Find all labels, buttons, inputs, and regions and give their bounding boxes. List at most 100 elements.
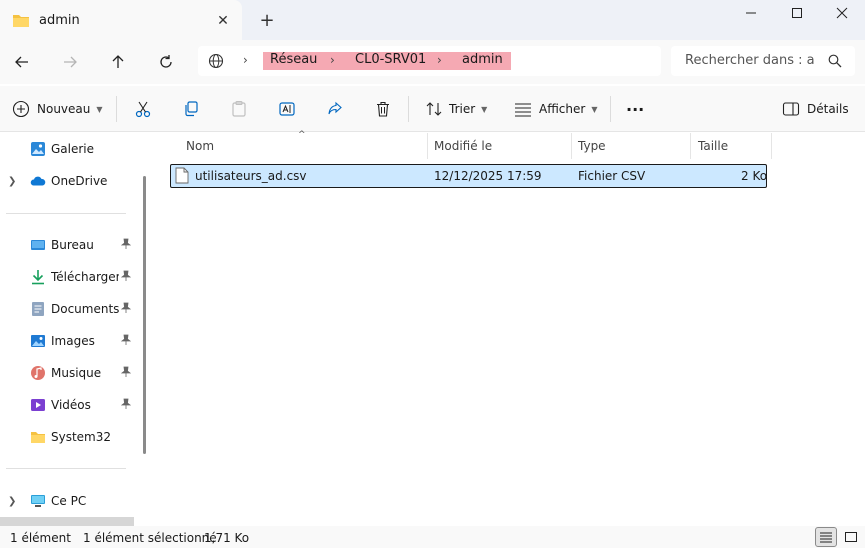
folder-icon: [12, 13, 30, 31]
onedrive-icon: [30, 173, 46, 189]
pin-icon[interactable]: [120, 302, 132, 317]
tab-admin[interactable]: admin ✕: [0, 0, 242, 40]
minimize-icon: [746, 12, 756, 14]
sidebar-item-onedrive[interactable]: ❯ OneDrive: [0, 168, 140, 194]
status-bar: 1 élément 1 élément sélectionné 1,71 Ko: [0, 526, 865, 548]
delete-button[interactable]: [372, 98, 394, 120]
details-pane-button[interactable]: Détails: [782, 98, 849, 120]
selection-count: 1 élément sélectionné: [83, 531, 217, 545]
pin-icon[interactable]: [120, 334, 132, 349]
breadcrumb-separator[interactable]: ›: [330, 53, 335, 67]
sort-button[interactable]: Trier ▼: [426, 98, 487, 120]
search-placeholder: Rechercher dans : ac: [685, 53, 815, 68]
breadcrumb-separator[interactable]: ›: [437, 53, 442, 67]
sort-icon: [426, 102, 442, 116]
back-button[interactable]: [10, 50, 34, 74]
sidebar-item-documents[interactable]: Documents: [0, 296, 140, 322]
details-view-button[interactable]: [815, 527, 837, 547]
column-divider[interactable]: [771, 133, 772, 159]
breadcrumb-reseau[interactable]: Réseau: [270, 52, 317, 67]
breadcrumb-separator[interactable]: ›: [243, 53, 248, 67]
refresh-button[interactable]: [154, 50, 178, 74]
sidebar-item-label: Bureau: [51, 238, 94, 252]
paste-icon: [232, 100, 246, 117]
column-header-size[interactable]: Taille: [698, 133, 728, 159]
column-header-modified[interactable]: Modifié le: [434, 133, 492, 159]
sidebar-item-videos[interactable]: Vidéos: [0, 392, 140, 418]
column-divider[interactable]: [427, 133, 428, 159]
copy-button[interactable]: [180, 98, 202, 120]
sidebar-item-label: OneDrive: [51, 174, 108, 188]
breadcrumb-admin[interactable]: admin: [462, 52, 503, 67]
command-bar: Nouveau ▼ Trier ▼ Afficher ▼ ··· Détails: [0, 86, 865, 132]
up-button[interactable]: [106, 50, 130, 74]
file-size: 2 Ko: [741, 169, 768, 183]
more-options-button[interactable]: ···: [626, 98, 644, 120]
paste-button[interactable]: [228, 98, 250, 120]
share-button[interactable]: [324, 98, 346, 120]
divider: [6, 468, 126, 469]
column-divider[interactable]: [571, 133, 572, 159]
file-list: ^ Nom Modifié le Type Taille utilisateur…: [152, 130, 865, 526]
column-divider[interactable]: [690, 133, 691, 159]
rename-icon: [279, 102, 295, 116]
sort-ascending-icon: ^: [298, 130, 306, 140]
sidebar-item-downloads[interactable]: Téléchargements: [0, 264, 140, 290]
trash-icon: [377, 101, 389, 117]
arrow-up-icon: [112, 55, 124, 68]
title-bar: admin ✕ +: [0, 0, 865, 40]
breadcrumb-server[interactable]: CL0-SRV01: [355, 52, 426, 67]
item-count: 1 élément: [10, 531, 71, 545]
pin-icon[interactable]: [120, 398, 132, 413]
sidebar-item-system32[interactable]: System32: [0, 424, 140, 450]
sidebar-scrollbar[interactable]: [143, 176, 146, 454]
new-tab-button[interactable]: +: [258, 11, 276, 31]
chevron-down-icon: ▼: [481, 104, 488, 114]
forward-button[interactable]: [58, 50, 82, 74]
music-icon: [30, 365, 46, 381]
close-window-button[interactable]: [819, 0, 865, 26]
file-modified: 12/12/2025 17:59: [434, 169, 542, 183]
sort-label: Trier: [449, 102, 476, 116]
selection-size: 1,71 Ko: [204, 531, 250, 545]
cut-button[interactable]: [132, 98, 154, 120]
videos-icon: [30, 397, 46, 413]
column-header-type[interactable]: Type: [578, 133, 606, 159]
sidebar-horizontal-scrollbar[interactable]: [0, 517, 134, 526]
more-icon: ···: [626, 99, 645, 119]
address-bar[interactable]: › Réseau › CL0-SRV01 › admin: [198, 46, 661, 76]
sidebar-item-label: Images: [51, 334, 95, 348]
sidebar-item-label: Musique: [51, 366, 102, 380]
pin-icon[interactable]: [120, 270, 132, 285]
view-button[interactable]: Afficher ▼: [514, 98, 598, 120]
sidebar-item-gallery[interactable]: Galerie: [0, 136, 140, 162]
pin-icon[interactable]: [120, 366, 132, 381]
sidebar-item-desktop[interactable]: Bureau: [0, 232, 140, 258]
sidebar-item-this-pc[interactable]: ❯ Ce PC: [0, 488, 140, 514]
tab-close-button[interactable]: ✕: [214, 12, 232, 30]
sidebar-item-label: Vidéos: [51, 398, 91, 412]
chevron-right-icon[interactable]: ❯: [8, 176, 16, 187]
sidebar-item-label: Galerie: [51, 142, 95, 156]
pin-icon[interactable]: [120, 238, 132, 253]
tiles-view-button[interactable]: [840, 527, 862, 547]
column-header-name[interactable]: Nom: [186, 133, 214, 159]
divider: [6, 213, 126, 214]
close-icon: [836, 7, 848, 19]
maximize-button[interactable]: [774, 0, 820, 26]
rename-button[interactable]: [276, 98, 298, 120]
sidebar-item-images[interactable]: Images: [0, 328, 140, 354]
new-button[interactable]: Nouveau ▼: [12, 98, 103, 120]
table-row[interactable]: utilisateurs_ad.csv 12/12/2025 17:59 Fic…: [170, 164, 767, 188]
view-label: Afficher: [539, 102, 586, 116]
arrow-right-icon: [64, 56, 77, 68]
navigation-pane: Galerie ❯ OneDrive Bureau Téléchargement…: [0, 133, 152, 526]
divider: [610, 96, 611, 122]
chevron-right-icon[interactable]: ❯: [8, 496, 16, 507]
minimize-button[interactable]: [728, 0, 774, 26]
pc-icon: [30, 493, 46, 509]
search-box[interactable]: Rechercher dans : ac: [671, 46, 855, 76]
sidebar-item-music[interactable]: Musique: [0, 360, 140, 386]
tiles-view-icon: [845, 532, 857, 542]
gallery-icon: [30, 141, 46, 157]
